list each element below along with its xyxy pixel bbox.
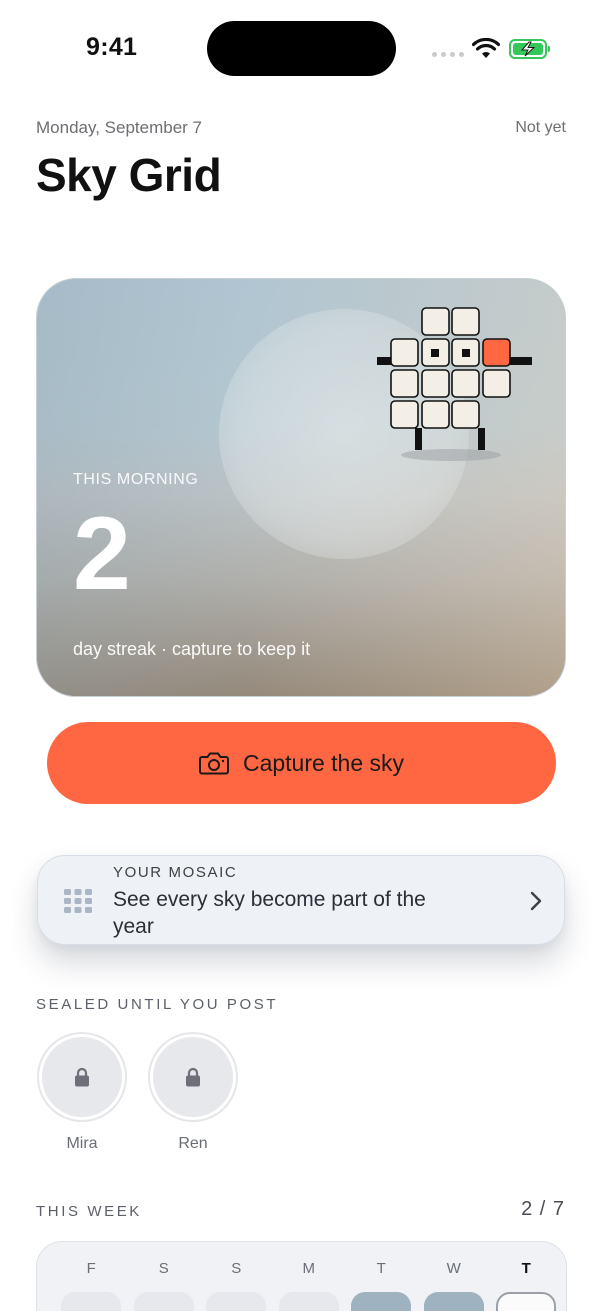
day-tile xyxy=(206,1292,267,1311)
page-title: Sky Grid xyxy=(36,149,222,201)
dynamic-island xyxy=(207,21,396,76)
day-tile-captured xyxy=(423,1292,484,1311)
day-monday[interactable]: M xyxy=(273,1260,346,1311)
status-time: 9:41 xyxy=(86,33,138,61)
day-sunday[interactable]: S xyxy=(200,1260,273,1311)
day-letter: S xyxy=(158,1260,169,1277)
capture-status: Not yet xyxy=(515,119,566,136)
friend-name: Ren xyxy=(178,1135,208,1152)
day-saturday[interactable]: S xyxy=(128,1260,201,1311)
grid-icon xyxy=(64,889,92,913)
day-letter: W xyxy=(446,1260,461,1277)
lock-icon xyxy=(186,1067,200,1087)
friend-name: Mira xyxy=(66,1135,98,1152)
mosaic-eyebrow: YOUR MOSAIC xyxy=(113,864,238,881)
cellular-signal-icon xyxy=(432,52,464,57)
week-days: F S S M T W T xyxy=(55,1260,563,1311)
week-calendar: F S S M T W T xyxy=(36,1241,567,1311)
lock-icon xyxy=(75,1067,89,1087)
day-letter: T xyxy=(376,1260,386,1277)
avatar xyxy=(37,1032,127,1122)
sealed-section-label: SEALED UNTIL YOU POST xyxy=(36,996,279,1013)
mosaic-description: See every sky become part of the year xyxy=(113,888,426,938)
friend-ren[interactable]: Ren xyxy=(148,1032,238,1153)
day-wednesday[interactable]: W xyxy=(418,1260,491,1311)
day-tile xyxy=(133,1292,194,1311)
day-tile-captured xyxy=(351,1292,412,1311)
day-letter: M xyxy=(302,1260,316,1277)
day-tuesday[interactable]: T xyxy=(345,1260,418,1311)
streak-hero-card: THIS MORNING 2 day streak · capture to k… xyxy=(36,278,566,697)
chevron-right-icon xyxy=(530,891,542,911)
camera-icon xyxy=(198,752,229,775)
day-letter: F xyxy=(86,1260,96,1277)
capture-button-label: Capture the sky xyxy=(242,749,405,776)
streak-count: 2 xyxy=(73,496,131,612)
day-friday[interactable]: F xyxy=(55,1260,128,1311)
day-tile-today xyxy=(496,1292,557,1311)
wifi-icon xyxy=(472,38,500,58)
grid-mascot-icon xyxy=(377,307,532,461)
battery-charging-icon xyxy=(509,39,550,59)
avatar xyxy=(148,1032,238,1122)
day-thursday-today[interactable]: T xyxy=(490,1260,563,1311)
week-section-label: THIS WEEK xyxy=(36,1203,142,1220)
day-tile xyxy=(61,1292,122,1311)
mosaic-card[interactable]: YOUR MOSAIC See every sky become part of… xyxy=(37,855,565,945)
day-letter-today: T xyxy=(521,1260,531,1277)
week-progress-count: 2 / 7 xyxy=(521,1198,565,1220)
day-letter: S xyxy=(231,1260,242,1277)
sealed-friends-list: Mira Ren xyxy=(37,1032,238,1153)
current-date: Monday, September 7 xyxy=(36,118,202,137)
streak-subtitle: day streak · capture to keep it xyxy=(73,639,311,659)
day-tile xyxy=(278,1292,339,1311)
capture-sky-button[interactable]: Capture the sky xyxy=(47,722,556,804)
hero-eyebrow: THIS MORNING xyxy=(73,471,199,488)
friend-mira[interactable]: Mira xyxy=(37,1032,127,1153)
